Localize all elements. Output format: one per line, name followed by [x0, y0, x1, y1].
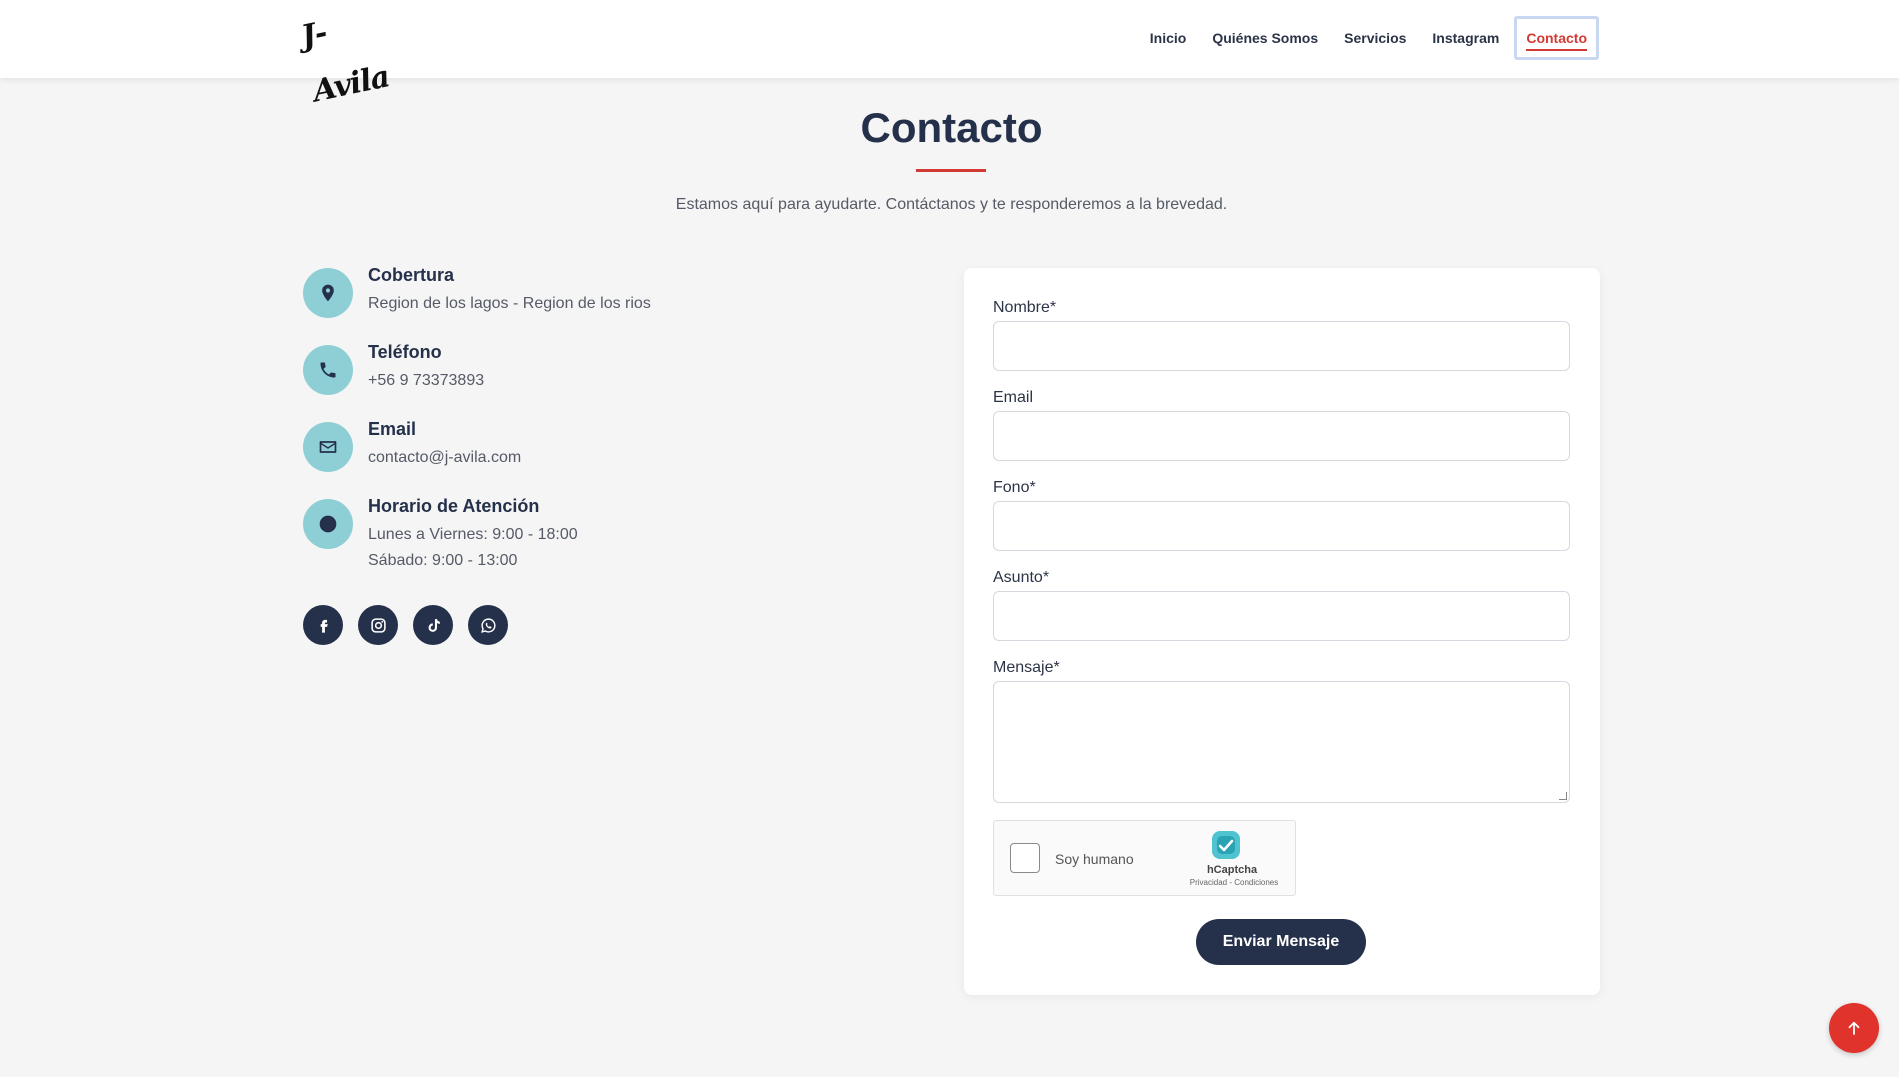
nav-item-contacto[interactable]: Contacto: [1514, 16, 1599, 60]
location-pin-icon: [303, 268, 353, 318]
mensaje-label: Mensaje*: [993, 659, 1060, 676]
fono-label: Fono*: [993, 479, 1036, 496]
page-title: Contacto: [860, 104, 1043, 151]
facebook-icon[interactable]: [303, 605, 343, 645]
nombre-label: Nombre*: [993, 299, 1057, 316]
hcaptcha-widget: Soy humano hCaptcha Privacidad - Condici…: [993, 820, 1296, 896]
nav-item-inicio[interactable]: Inicio: [1137, 16, 1200, 60]
site-header: J-Avila Inicio Quiénes Somos Servicios I…: [0, 0, 1899, 109]
info-text: Lunes a Viernes: 9:00 - 18:00: [368, 526, 578, 543]
title-underline: [916, 169, 986, 172]
captcha-checkbox[interactable]: [1010, 843, 1040, 873]
main-nav: Inicio Quiénes Somos Servicios Instagram…: [1137, 16, 1599, 60]
contact-form-card: Nombre* Email Fono* Asunto* Mensaje* Soy…: [964, 268, 1600, 995]
asunto-input[interactable]: [993, 591, 1570, 641]
resize-handle-icon[interactable]: [1559, 792, 1567, 800]
info-text: contacto@j-avila.com: [368, 449, 522, 466]
info-title: Horario de Atención: [368, 496, 540, 516]
hcaptcha-logo-icon: [1212, 831, 1240, 859]
info-text: Sábado: 9:00 - 13:00: [368, 552, 518, 569]
envelope-icon: [303, 422, 353, 472]
captcha-label: Soy humano: [1055, 851, 1134, 867]
nav-item-instagram[interactable]: Instagram: [1419, 16, 1512, 60]
asunto-label: Asunto*: [993, 569, 1050, 586]
submit-button[interactable]: Enviar Mensaje: [1196, 919, 1366, 965]
whatsapp-icon[interactable]: [468, 605, 508, 645]
social-links: [303, 605, 508, 645]
info-title: Cobertura: [368, 265, 455, 285]
clock-icon: [303, 499, 353, 549]
site-logo[interactable]: J-Avila: [296, 0, 392, 109]
captcha-brand: hCaptcha: [1206, 864, 1258, 876]
nav-item-servicios[interactable]: Servicios: [1331, 16, 1419, 60]
fono-input[interactable]: [993, 501, 1570, 551]
email-label: Email: [993, 389, 1034, 406]
captcha-links[interactable]: Privacidad - Condiciones: [1184, 878, 1284, 887]
email-input[interactable]: [993, 411, 1570, 461]
mensaje-textarea[interactable]: [993, 681, 1570, 803]
info-text: Region de los lagos - Region de los rios: [368, 295, 651, 312]
arrow-up-icon: [1848, 1021, 1860, 1035]
instagram-icon[interactable]: [358, 605, 398, 645]
nav-item-quienes-somos[interactable]: Quiénes Somos: [1199, 16, 1331, 60]
info-title: Teléfono: [368, 342, 442, 362]
info-title: Email: [368, 419, 417, 439]
tiktok-icon[interactable]: [413, 605, 453, 645]
scroll-to-top-button[interactable]: [1829, 1003, 1879, 1053]
phone-icon: [303, 345, 353, 395]
nombre-input[interactable]: [993, 321, 1570, 371]
page-subtitle: Estamos aquí para ayudarte. Contáctanos …: [675, 196, 1228, 213]
info-text: +56 9 73373893: [368, 372, 485, 389]
